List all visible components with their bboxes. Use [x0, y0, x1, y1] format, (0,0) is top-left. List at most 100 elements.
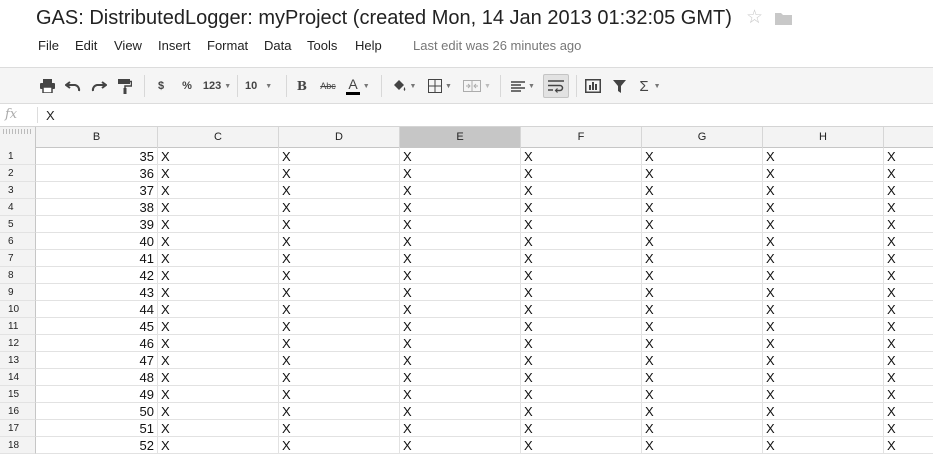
strikethrough-button[interactable]: Abc	[317, 74, 339, 98]
row-header[interactable]: 12	[0, 335, 36, 352]
cell-e[interactable]: X	[400, 386, 521, 403]
row-header[interactable]: 11	[0, 318, 36, 335]
cell-d[interactable]: X	[279, 182, 400, 199]
cell-f[interactable]: X	[521, 250, 642, 267]
cell-f[interactable]: X	[521, 352, 642, 369]
cell-g[interactable]: X	[642, 199, 763, 216]
row-header[interactable]: 3	[0, 182, 36, 199]
cell-d[interactable]: X	[279, 267, 400, 284]
merge-cells-dropdown[interactable]: ▼	[460, 74, 494, 98]
cell-c[interactable]: X	[158, 420, 279, 437]
cell-g[interactable]: X	[642, 403, 763, 420]
row-header[interactable]: 13	[0, 352, 36, 369]
cell-e[interactable]: X	[400, 284, 521, 301]
cell-f[interactable]: X	[521, 165, 642, 182]
print-button[interactable]	[36, 74, 58, 98]
column-header-h[interactable]: H	[763, 127, 884, 148]
cell-e[interactable]: X	[400, 148, 521, 165]
cell-f[interactable]: X	[521, 182, 642, 199]
menu-data[interactable]: Data	[264, 38, 291, 53]
cell-h[interactable]: X	[763, 233, 884, 250]
cell-i[interactable]: X	[884, 233, 933, 250]
cell-b[interactable]: 44	[36, 301, 158, 318]
cell-f[interactable]: X	[521, 267, 642, 284]
cell-d[interactable]: X	[279, 199, 400, 216]
cell-h[interactable]: X	[763, 267, 884, 284]
cell-i[interactable]: X	[884, 420, 933, 437]
cell-e[interactable]: X	[400, 199, 521, 216]
cell-c[interactable]: X	[158, 386, 279, 403]
row-header[interactable]: 5	[0, 216, 36, 233]
cell-b[interactable]: 50	[36, 403, 158, 420]
cell-i[interactable]: X	[884, 403, 933, 420]
cell-i[interactable]: X	[884, 352, 933, 369]
cell-c[interactable]: X	[158, 199, 279, 216]
cell-c[interactable]: X	[158, 165, 279, 182]
cell-b[interactable]: 39	[36, 216, 158, 233]
row-header[interactable]: 8	[0, 267, 36, 284]
row-header[interactable]: 9	[0, 284, 36, 301]
cell-g[interactable]: X	[642, 216, 763, 233]
cell-f[interactable]: X	[521, 420, 642, 437]
cell-d[interactable]: X	[279, 148, 400, 165]
cell-h[interactable]: X	[763, 182, 884, 199]
cell-c[interactable]: X	[158, 335, 279, 352]
cell-d[interactable]: X	[279, 369, 400, 386]
cell-g[interactable]: X	[642, 233, 763, 250]
cell-e[interactable]: X	[400, 165, 521, 182]
cell-g[interactable]: X	[642, 267, 763, 284]
cell-g[interactable]: X	[642, 182, 763, 199]
row-header[interactable]: 6	[0, 233, 36, 250]
cell-b[interactable]: 47	[36, 352, 158, 369]
cell-d[interactable]: X	[279, 403, 400, 420]
cell-f[interactable]: X	[521, 148, 642, 165]
cell-g[interactable]: X	[642, 284, 763, 301]
cell-e[interactable]: X	[400, 233, 521, 250]
cell-h[interactable]: X	[763, 437, 884, 454]
cell-h[interactable]: X	[763, 148, 884, 165]
horizontal-align-dropdown[interactable]: ▼	[507, 74, 539, 98]
cell-e[interactable]: X	[400, 318, 521, 335]
currency-format-button[interactable]: $	[152, 74, 170, 98]
cell-f[interactable]: X	[521, 233, 642, 250]
cell-c[interactable]: X	[158, 216, 279, 233]
cell-g[interactable]: X	[642, 318, 763, 335]
cell-i[interactable]: X	[884, 165, 933, 182]
formula-input[interactable]	[46, 107, 916, 124]
cell-h[interactable]: X	[763, 318, 884, 335]
cell-e[interactable]: X	[400, 352, 521, 369]
cell-e[interactable]: X	[400, 420, 521, 437]
cell-h[interactable]: X	[763, 301, 884, 318]
cell-f[interactable]: X	[521, 335, 642, 352]
cell-b[interactable]: 35	[36, 148, 158, 165]
column-header-b[interactable]: B	[36, 127, 158, 148]
fill-color-dropdown[interactable]: ▼	[388, 74, 420, 98]
row-header[interactable]: 1	[0, 148, 36, 165]
column-header-c[interactable]: C	[158, 127, 279, 148]
cell-i[interactable]: X	[884, 318, 933, 335]
cell-b[interactable]: 46	[36, 335, 158, 352]
undo-button[interactable]	[62, 74, 84, 98]
freeze-handle[interactable]	[3, 129, 33, 134]
cell-g[interactable]: X	[642, 369, 763, 386]
column-header-f[interactable]: F	[521, 127, 642, 148]
cell-e[interactable]: X	[400, 403, 521, 420]
cell-b[interactable]: 36	[36, 165, 158, 182]
cell-c[interactable]: X	[158, 352, 279, 369]
select-all-corner[interactable]	[0, 127, 36, 148]
cell-i[interactable]: X	[884, 199, 933, 216]
functions-dropdown[interactable]: Σ ▼	[634, 74, 666, 98]
cell-d[interactable]: X	[279, 284, 400, 301]
cell-i[interactable]: X	[884, 148, 933, 165]
cell-d[interactable]: X	[279, 420, 400, 437]
column-header-e[interactable]: E	[400, 127, 521, 148]
cell-f[interactable]: X	[521, 369, 642, 386]
cell-g[interactable]: X	[642, 335, 763, 352]
insert-chart-button[interactable]	[582, 74, 604, 98]
cell-d[interactable]: X	[279, 233, 400, 250]
row-header[interactable]: 2	[0, 165, 36, 182]
last-edit-status[interactable]: Last edit was 26 minutes ago	[413, 38, 581, 53]
cell-c[interactable]: X	[158, 318, 279, 335]
cell-e[interactable]: X	[400, 335, 521, 352]
menu-file[interactable]: File	[38, 38, 59, 53]
